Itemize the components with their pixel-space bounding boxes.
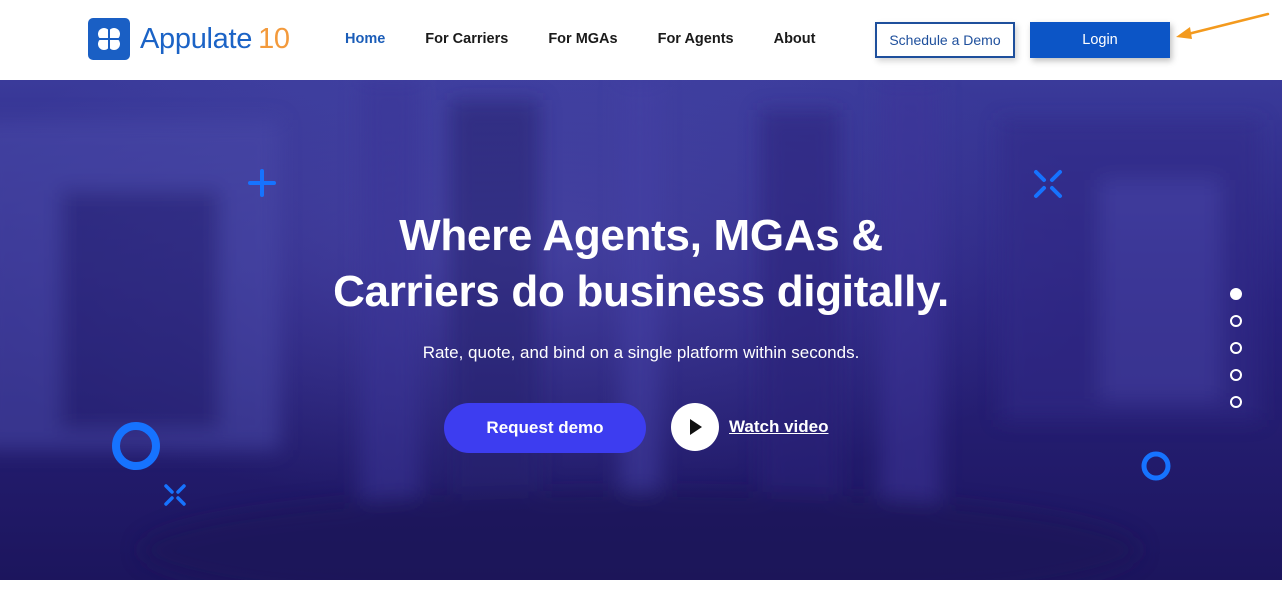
nav-about[interactable]: About [774, 31, 816, 47]
schedule-demo-button[interactable]: Schedule a Demo [875, 22, 1015, 58]
slider-dot-2[interactable] [1230, 315, 1242, 327]
logo[interactable]: Appulate 10 [88, 18, 290, 60]
slider-dot-1[interactable] [1230, 288, 1242, 300]
nav-home[interactable]: Home [345, 31, 385, 47]
hero-title: Where Agents, MGAs & Carriers do busines… [0, 208, 1282, 320]
plus-decoration-icon [248, 169, 276, 197]
logo-version: 10 [258, 22, 290, 55]
watch-video-link[interactable]: Watch video [729, 417, 829, 437]
request-demo-button[interactable]: Request demo [444, 403, 646, 453]
hero-background-image [0, 80, 1260, 580]
hero-title-line-2: Carriers do business digitally. [333, 267, 949, 316]
slider-dot-3[interactable] [1230, 342, 1242, 354]
ring-decoration-icon [1141, 451, 1171, 481]
main-nav: Home For Carriers For MGAs For Agents Ab… [345, 31, 855, 47]
clover-logo-icon [88, 18, 130, 60]
site-header: Appulate 10 Home For Carriers For MGAs F… [0, 0, 1282, 80]
login-button[interactable]: Login [1030, 22, 1170, 58]
play-video-button[interactable] [671, 403, 719, 451]
hero-section: Where Agents, MGAs & Carriers do busines… [0, 80, 1282, 580]
hero-title-line-1: Where Agents, MGAs & [399, 211, 883, 260]
slider-dot-5[interactable] [1230, 396, 1242, 408]
ring-decoration-icon [112, 422, 160, 470]
cross-decoration-icon [164, 484, 186, 506]
slider-dot-4[interactable] [1230, 369, 1242, 381]
cross-decoration-icon [1034, 170, 1062, 198]
nav-for-agents[interactable]: For Agents [658, 31, 734, 47]
logo-name: Appulate [140, 22, 253, 55]
nav-for-carriers[interactable]: For Carriers [425, 31, 508, 47]
annotation-arrow-icon [1176, 12, 1270, 39]
nav-for-mgas[interactable]: For MGAs [548, 31, 617, 47]
play-icon [690, 419, 702, 435]
hero-subtitle: Rate, quote, and bind on a single platfo… [422, 343, 860, 362]
